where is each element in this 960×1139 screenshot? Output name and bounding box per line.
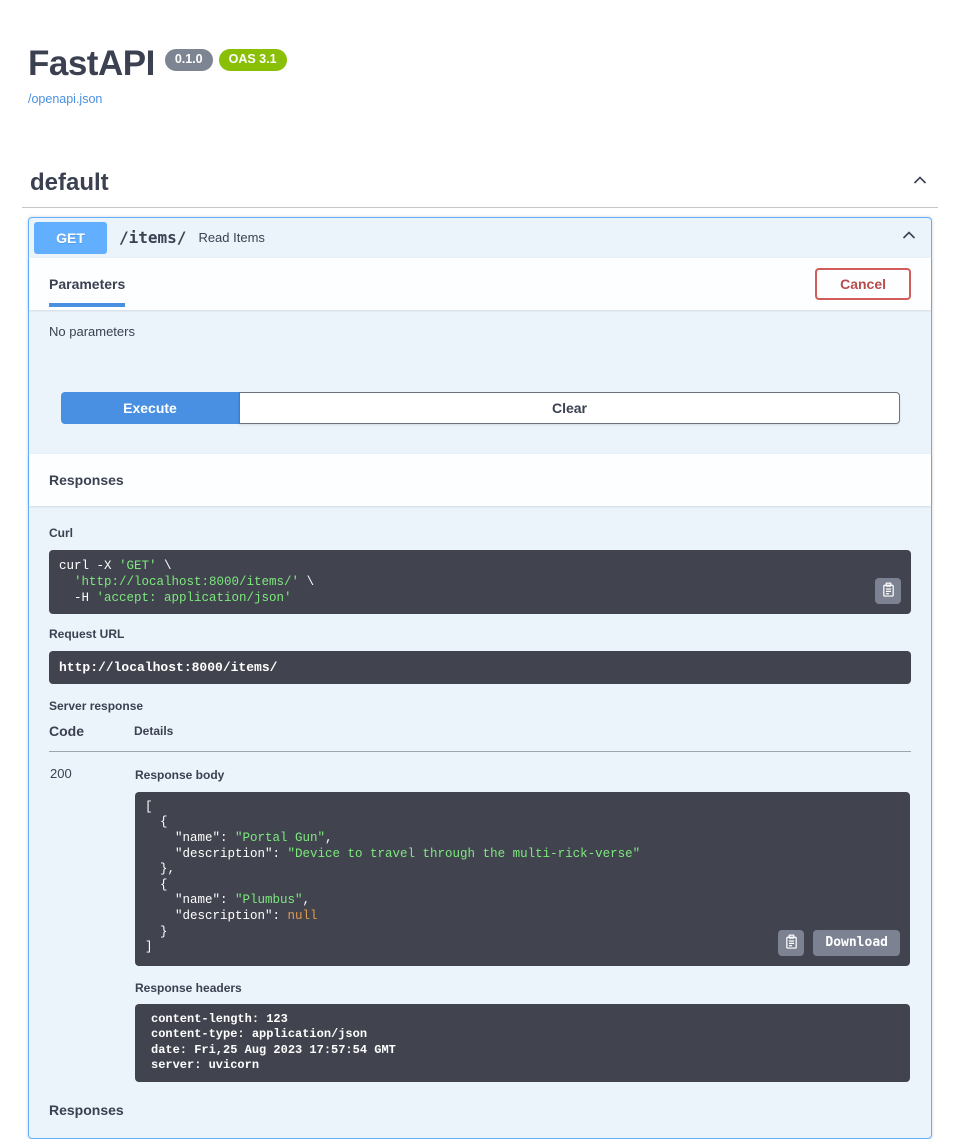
execute-button-group: Execute Clear xyxy=(29,392,931,454)
tag-name: default xyxy=(30,169,109,197)
curl-command-text: curl -X 'GET' \ 'http://localhost:8000/i… xyxy=(59,558,901,606)
operation-path: /items/ xyxy=(119,228,186,247)
chevron-up-icon[interactable] xyxy=(910,170,930,195)
request-url-block: http://localhost:8000/items/ xyxy=(49,651,911,684)
response-body-actions: Download xyxy=(778,930,900,956)
response-headers-text: content-length: 123 content-type: applic… xyxy=(151,1012,894,1074)
documented-responses-title: Responses xyxy=(49,1102,911,1138)
openapi-spec-link[interactable]: /openapi.json xyxy=(28,92,102,106)
parameters-section-header: Parameters Cancel xyxy=(29,258,931,310)
http-method-badge: GET xyxy=(34,222,107,254)
oas-version-badge: OAS 3.1 xyxy=(219,49,287,71)
page-title: FastAPI xyxy=(28,46,155,83)
tag-section-header[interactable]: default xyxy=(22,165,938,208)
clipboard-copy-icon xyxy=(881,582,896,600)
details-column-header: Details xyxy=(134,723,911,752)
clear-button[interactable]: Clear xyxy=(239,392,900,424)
response-headers-label: Response headers xyxy=(135,981,910,995)
parameters-container: No parameters xyxy=(29,310,931,339)
copy-response-button[interactable] xyxy=(778,930,804,956)
server-response-label: Server response xyxy=(49,699,911,713)
copy-curl-button[interactable] xyxy=(875,578,901,604)
cancel-button[interactable]: Cancel xyxy=(815,268,911,300)
version-badges: 0.1.0 OAS 3.1 xyxy=(165,49,287,71)
response-body-block: [ { "name": "Portal Gun", "description":… xyxy=(135,792,910,966)
request-url-text: http://localhost:8000/items/ xyxy=(59,660,901,675)
execute-button[interactable]: Execute xyxy=(61,392,239,424)
response-details-cell: Response body [ { "name": "Portal Gun", … xyxy=(134,751,911,1083)
response-body-label: Response body xyxy=(135,768,910,782)
download-button[interactable]: Download xyxy=(813,930,900,956)
response-headers-block: content-length: 123 content-type: applic… xyxy=(135,1004,910,1082)
status-code: 200 xyxy=(49,751,134,1083)
server-response-table: Code Details 200 Response body [ { "name… xyxy=(49,723,911,1083)
responses-section-header: Responses xyxy=(29,454,931,506)
operation-summary[interactable]: GET /items/ Read Items xyxy=(29,218,931,258)
no-parameters-message: No parameters xyxy=(49,324,911,339)
tab-parameters[interactable]: Parameters xyxy=(49,258,125,307)
operation-summary-text: Read Items xyxy=(198,230,264,245)
operation-block-get-items: GET /items/ Read Items Parameters Cancel… xyxy=(28,217,932,1139)
code-column-header: Code xyxy=(49,723,134,752)
parameters-tab-label: Parameters xyxy=(49,276,125,292)
responses-container: Curl curl -X 'GET' \ 'http://localhost:8… xyxy=(29,506,931,1138)
curl-label: Curl xyxy=(49,526,911,540)
api-info-header: FastAPI 0.1.0 OAS 3.1 /openapi.json xyxy=(0,0,960,108)
clipboard-copy-icon xyxy=(784,934,799,952)
version-badge: 0.1.0 xyxy=(165,49,213,71)
request-url-label: Request URL xyxy=(49,627,911,641)
server-response-row: 200 Response body [ { "name": "Portal Gu… xyxy=(49,751,911,1083)
chevron-up-icon[interactable] xyxy=(899,225,919,250)
responses-section-title: Responses xyxy=(49,472,124,488)
curl-command-block: curl -X 'GET' \ 'http://localhost:8000/i… xyxy=(49,550,911,614)
